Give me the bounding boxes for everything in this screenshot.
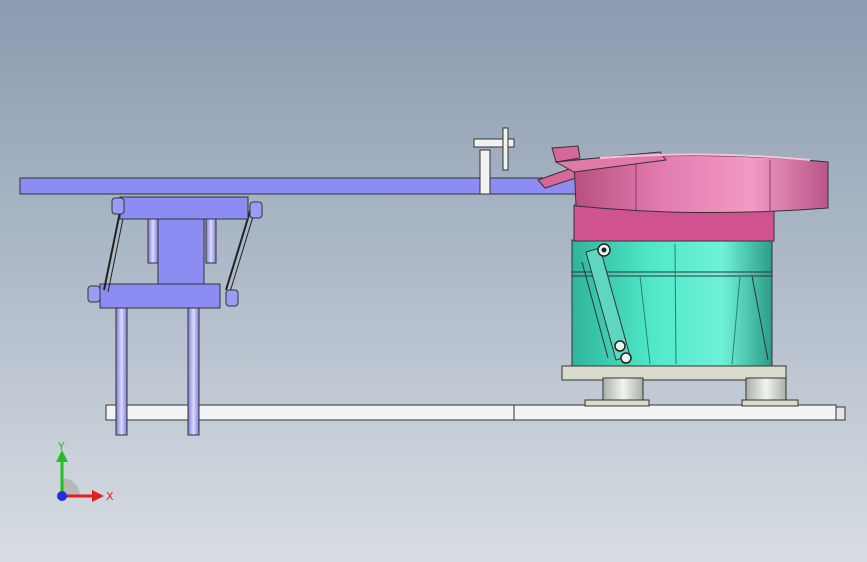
cad-viewport[interactable]: Y X (0, 0, 867, 562)
x-arrow-icon (92, 490, 104, 502)
z-axis-icon (57, 491, 67, 501)
y-axis-label: Y (57, 440, 65, 453)
model-view[interactable] (0, 0, 867, 562)
linear-vibrator[interactable] (87, 196, 263, 309)
x-axis-label: X (106, 490, 114, 503)
bowl-drive-base[interactable] (561, 239, 799, 407)
vibratory-bowl[interactable] (551, 145, 829, 242)
linear-track[interactable] (19, 127, 583, 195)
base-frame[interactable] (105, 404, 846, 421)
orientation-triad: Y X (56, 440, 114, 503)
